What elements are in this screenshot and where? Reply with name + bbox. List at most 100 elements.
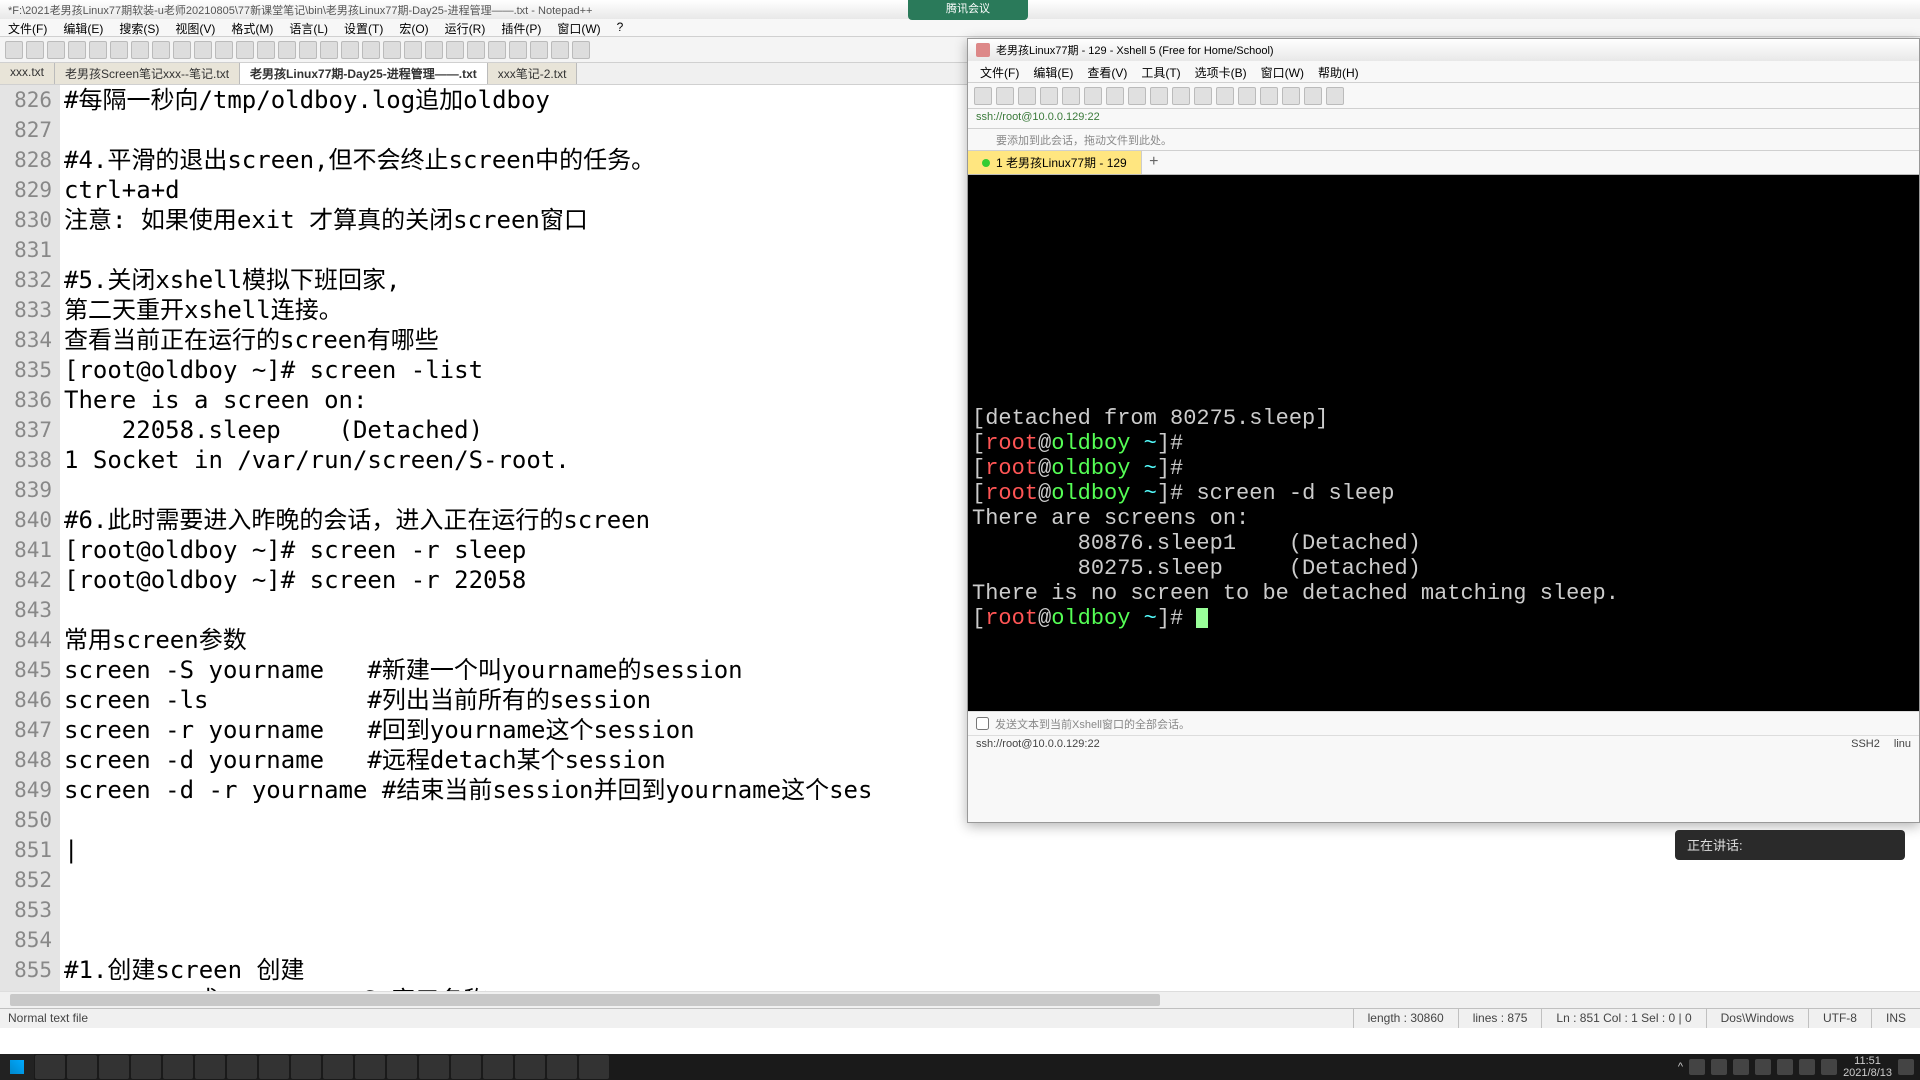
task-app9[interactable] (483, 1055, 513, 1079)
xs-logsession-icon[interactable] (1282, 87, 1300, 105)
menu-window[interactable]: 窗口(W) (549, 19, 608, 36)
task-cortana[interactable] (67, 1055, 97, 1079)
tray-icon[interactable] (1711, 1059, 1727, 1075)
tray-chevron-icon[interactable]: ^ (1678, 1061, 1683, 1073)
xs-reconnect-icon[interactable] (1018, 87, 1036, 105)
xs-color-icon[interactable] (1216, 87, 1234, 105)
xs-paste-icon[interactable] (1106, 87, 1124, 105)
zoomout-icon[interactable] (320, 41, 338, 59)
task-app10[interactable] (515, 1055, 545, 1079)
cut-icon[interactable] (152, 41, 170, 59)
tab-0[interactable]: xxx.txt (0, 63, 55, 84)
tray-network-icon[interactable] (1777, 1059, 1793, 1075)
menu-view[interactable]: 视图(V) (167, 19, 223, 36)
tray-volume-icon[interactable] (1799, 1059, 1815, 1075)
menu-plugins[interactable]: 插件(P) (493, 19, 549, 36)
xs-menu-file[interactable]: 文件(F) (974, 63, 1025, 80)
task-wechat[interactable] (291, 1055, 321, 1079)
tray-ime-icon[interactable] (1821, 1059, 1837, 1075)
task-explorer[interactable] (99, 1055, 129, 1079)
wrap-icon[interactable] (362, 41, 380, 59)
xs-transparent-icon[interactable] (1260, 87, 1278, 105)
allchars-icon[interactable] (383, 41, 401, 59)
xs-addressbar[interactable]: ssh://root@10.0.0.129:22 (968, 109, 1919, 129)
tray-icon[interactable] (1755, 1059, 1771, 1075)
task-search[interactable] (35, 1055, 65, 1079)
paste-icon[interactable] (194, 41, 212, 59)
xs-menu-help[interactable]: 帮助(H) (1312, 63, 1365, 80)
start-button[interactable] (0, 1054, 34, 1080)
tencent-meeting-badge[interactable]: 腾讯会议 (908, 0, 1028, 20)
task-app7[interactable] (419, 1055, 449, 1079)
xs-quickbar[interactable]: 要添加到此会话，拖动文件到此处。 (968, 129, 1919, 151)
menu-format[interactable]: 格式(M) (223, 19, 281, 36)
task-app3[interactable] (259, 1055, 289, 1079)
xs-help-icon[interactable] (1326, 87, 1344, 105)
task-app5[interactable] (355, 1055, 385, 1079)
menu-file[interactable]: 文件(F) (0, 19, 55, 36)
replace-icon[interactable] (278, 41, 296, 59)
open-icon[interactable] (26, 41, 44, 59)
xs-tab-1[interactable]: 1 老男孩Linux77期 - 129 (968, 151, 1142, 174)
find-icon[interactable] (257, 41, 275, 59)
task-app2[interactable] (227, 1055, 257, 1079)
menu-search[interactable]: 搜索(S) (111, 19, 167, 36)
task-app12[interactable] (579, 1055, 609, 1079)
tab-3[interactable]: xxx笔记-2.txt (488, 63, 578, 84)
docmap-icon[interactable] (467, 41, 485, 59)
sync-icon[interactable] (341, 41, 359, 59)
menu-run[interactable]: 运行(R) (437, 19, 494, 36)
task-app1[interactable] (163, 1055, 193, 1079)
zoomin-icon[interactable] (299, 41, 317, 59)
menu-settings[interactable]: 设置(T) (336, 19, 391, 36)
xs-titlebar[interactable]: 老男孩Linux77期 - 129 - Xshell 5 (Free for H… (968, 39, 1919, 61)
saveall-icon[interactable] (68, 41, 86, 59)
xs-menu-tools[interactable]: 工具(T) (1135, 63, 1186, 80)
close-icon[interactable] (89, 41, 107, 59)
xs-disconnect-icon[interactable] (1040, 87, 1058, 105)
funclist-icon[interactable] (446, 41, 464, 59)
redo-icon[interactable] (236, 41, 254, 59)
new-icon[interactable] (5, 41, 23, 59)
tray-notifications-icon[interactable] (1898, 1059, 1914, 1075)
tab-1[interactable]: 老男孩Screen笔记xxx--笔记.txt (55, 63, 240, 84)
stop-icon[interactable] (530, 41, 548, 59)
xs-copy-icon[interactable] (1084, 87, 1102, 105)
xs-prop-icon[interactable] (1062, 87, 1080, 105)
playback-icon[interactable] (551, 41, 569, 59)
xs-newtab-button[interactable]: + (1142, 151, 1166, 174)
tab-2[interactable]: 老男孩Linux77期-Day25-进程管理——.txt (240, 63, 488, 84)
xs-menu-view[interactable]: 查看(V) (1081, 63, 1133, 80)
hscroll-thumb[interactable] (10, 994, 1160, 1006)
xs-menu-window[interactable]: 窗口(W) (1255, 63, 1310, 80)
print-icon[interactable] (131, 41, 149, 59)
xs-xftp-icon[interactable] (1304, 87, 1322, 105)
task-app6[interactable] (387, 1055, 417, 1079)
task-app4[interactable] (323, 1055, 353, 1079)
tray-icon[interactable] (1733, 1059, 1749, 1075)
xs-terminal[interactable]: [detached from 80275.sleep] [root@oldboy… (968, 175, 1919, 711)
pin-icon[interactable] (976, 133, 990, 147)
play-icon[interactable] (509, 41, 527, 59)
task-edge[interactable] (131, 1055, 161, 1079)
task-chrome[interactable] (195, 1055, 225, 1079)
xs-compose-bar[interactable]: 发送文本到当前Xshell窗口的全部会话。 (968, 711, 1919, 735)
xs-menu-edit[interactable]: 编辑(E) (1027, 63, 1079, 80)
closeall-icon[interactable] (110, 41, 128, 59)
copy-icon[interactable] (173, 41, 191, 59)
xs-open-icon[interactable] (996, 87, 1014, 105)
task-app8[interactable] (451, 1055, 481, 1079)
task-app11[interactable] (547, 1055, 577, 1079)
hscrollbar[interactable] (0, 991, 1920, 1008)
xs-font-icon[interactable] (1194, 87, 1212, 105)
tray-icon[interactable] (1689, 1059, 1705, 1075)
undo-icon[interactable] (215, 41, 233, 59)
record-icon[interactable] (488, 41, 506, 59)
xs-find-icon[interactable] (1128, 87, 1146, 105)
xs-lang-icon[interactable] (1172, 87, 1190, 105)
menu-macro[interactable]: 宏(O) (391, 19, 436, 36)
xs-send-all-checkbox[interactable] (976, 717, 989, 730)
save-icon[interactable] (47, 41, 65, 59)
menu-lang[interactable]: 语言(L) (281, 19, 336, 36)
savemacro-icon[interactable] (572, 41, 590, 59)
